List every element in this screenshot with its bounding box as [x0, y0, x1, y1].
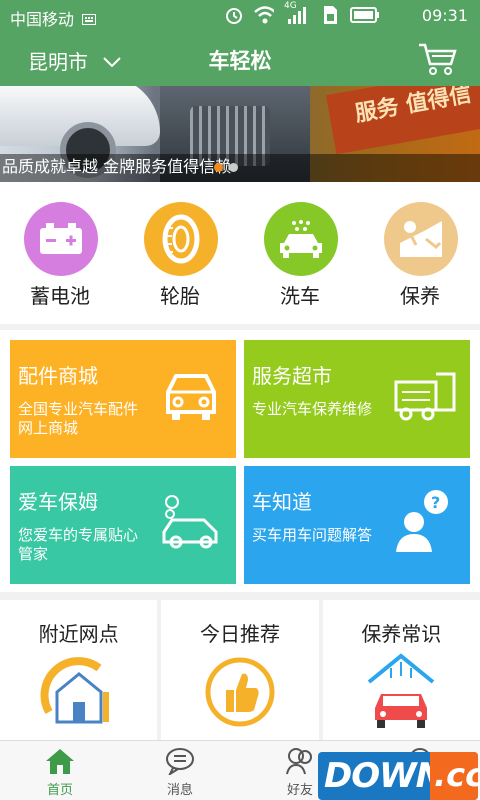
info-cards: 附近网点 今日推荐 保养常识	[0, 600, 480, 740]
category-label: 洗车	[280, 284, 320, 308]
svg-text:?: ?	[431, 493, 440, 512]
tile-car-nanny[interactable]: 爱车保姆 您爱车的专属贴心管家	[10, 466, 236, 584]
card-title: 附近网点	[38, 622, 119, 646]
watermark-logo: DOWN .cc	[318, 752, 480, 800]
home-icon	[45, 747, 75, 775]
category-car-wash[interactable]: 洗车	[240, 182, 360, 324]
promo-banner[interactable]: 服务 值得信 品质成就卓越 金牌服务值得信赖	[0, 86, 480, 182]
category-maintenance[interactable]: 保养	[360, 182, 480, 324]
battery-icon	[350, 5, 380, 25]
watermark-tld: .cc	[434, 756, 480, 794]
nav-label: 消息	[166, 783, 193, 798]
tile-title: 车知道	[252, 490, 312, 514]
tile-service-market[interactable]: 服务超市 专业汽车保养维修	[244, 340, 470, 458]
app-header: 昆明市 车轻松	[0, 32, 480, 86]
banner-caption: 品质成就卓越 金牌服务值得信赖	[2, 157, 232, 176]
category-label: 保养	[400, 284, 440, 308]
tile-desc: 您爱车的专属贴心管家	[18, 526, 139, 563]
service-truck-icon	[392, 362, 458, 428]
page-title: 车轻松	[208, 49, 272, 73]
tile-parts-mall[interactable]: 配件商城 全国专业汽车配件网上商城	[10, 340, 236, 458]
cart-icon[interactable]	[418, 42, 458, 76]
card-nearby[interactable]: 附近网点	[0, 600, 158, 740]
battery-car-icon	[24, 202, 98, 276]
category-label: 蓄电池	[30, 284, 90, 308]
alarm-icon	[224, 5, 244, 25]
friends-icon	[285, 747, 315, 775]
thumbs-up-icon	[200, 652, 280, 732]
car-wash-station-icon	[361, 652, 441, 732]
card-title: 今日推荐	[199, 622, 280, 646]
watermark-tld-box: .cc	[430, 752, 480, 800]
sim-icon	[320, 5, 340, 25]
car-care-icon	[158, 488, 224, 554]
status-bar: 中国移动 4G 09:31	[0, 0, 480, 32]
car-front-icon	[158, 362, 224, 428]
tile-title: 配件商城	[18, 364, 98, 388]
banner-dot[interactable]	[229, 163, 238, 172]
tile-desc: 买车用车问题解答	[252, 526, 373, 544]
nav-messages[interactable]: 消息	[120, 741, 240, 800]
tile-title: 服务超市	[252, 364, 332, 388]
keyboard-icon	[82, 10, 96, 29]
wifi-icon	[254, 5, 274, 25]
network-label: 4G	[284, 1, 297, 11]
card-maintenance-tips[interactable]: 保养常识	[322, 600, 480, 740]
category-row: 蓄电池 轮胎 洗车 保养	[0, 182, 480, 324]
tile-desc: 专业汽车保养维修	[252, 400, 373, 418]
nearby-house-icon	[39, 652, 119, 732]
category-tire[interactable]: 轮胎	[120, 182, 240, 324]
card-title: 保养常识	[361, 622, 442, 646]
service-tiles: 配件商城 全国专业汽车配件网上商城 服务超市 专业汽车保养维修 爱车保姆 您爱车…	[0, 330, 480, 592]
category-label: 轮胎	[160, 284, 200, 308]
question-person-icon: ?	[392, 488, 458, 554]
tile-title: 爱车保姆	[18, 490, 98, 514]
message-icon	[165, 747, 195, 777]
watermark-text: DOWN	[324, 756, 444, 796]
banner-pagination	[214, 163, 238, 172]
tile-car-qa[interactable]: 车知道 买车用车问题解答 ?	[244, 466, 470, 584]
clock: 09:31	[421, 6, 468, 25]
maintenance-icon	[384, 202, 458, 276]
card-today-recommend[interactable]: 今日推荐	[161, 600, 319, 740]
banner-dot-active[interactable]	[214, 163, 223, 172]
carrier-name: 中国移动	[10, 10, 75, 29]
nav-label: 首页	[46, 783, 73, 798]
category-battery[interactable]: 蓄电池	[0, 182, 120, 324]
signal-4g-icon: 4G	[284, 1, 310, 25]
tile-desc: 全国专业汽车配件网上商城	[18, 400, 139, 437]
nav-home[interactable]: 首页	[0, 741, 120, 800]
car-wash-icon	[264, 202, 338, 276]
tire-icon	[144, 202, 218, 276]
